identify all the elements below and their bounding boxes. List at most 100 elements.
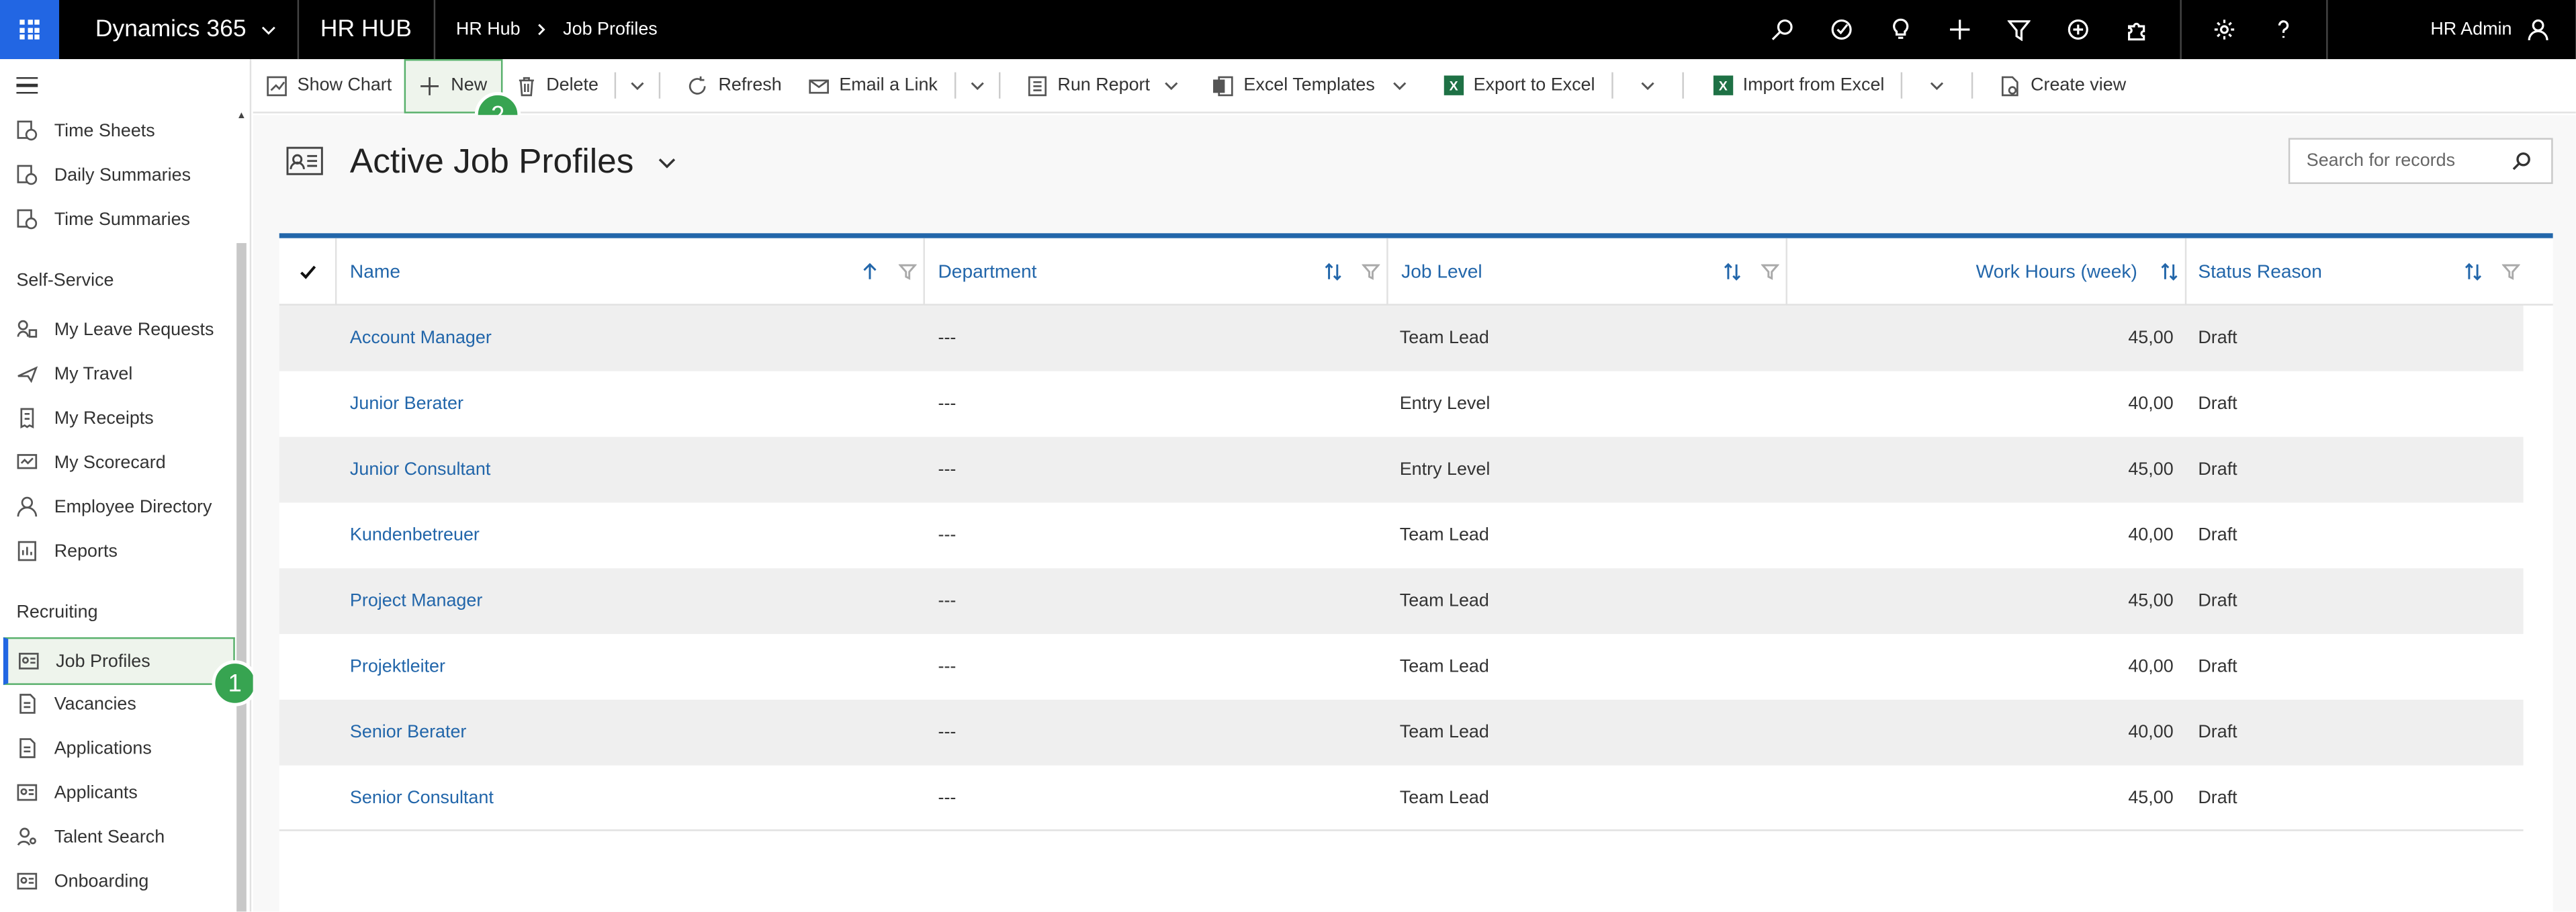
scroll-up-icon[interactable]: ▲ [236,111,247,122]
cell-name[interactable]: Senior Berater [350,700,909,766]
refresh-button[interactable]: Refresh [674,58,795,113]
column-label: Job Level [1401,262,1482,282]
sidebar-item-onboarding[interactable]: Onboarding [0,859,233,903]
app-launcher-button[interactable] [0,0,60,60]
table-row[interactable]: Project Manager --- Team Lead 45,00 Draft [279,568,2524,635]
table-row[interactable]: Senior Berater --- Team Lead 40,00 Draft [279,699,2524,766]
sidebar-item-my-travel[interactable]: My Travel [0,351,233,396]
email-dropdown[interactable] [959,58,995,113]
column-header-name[interactable]: Name [337,238,925,306]
sidebar-item-time-sheets[interactable]: Time Sheets [0,108,233,152]
extensions-button[interactable] [2108,0,2168,59]
sidebar-item-talent-search[interactable]: Talent Search [0,815,233,859]
select-all-checkbox[interactable] [279,238,337,306]
sort-icon[interactable] [1324,263,1342,281]
sidebar-item-daily-summaries[interactable]: Daily Summaries [0,152,233,197]
sort-icon[interactable] [2464,263,2483,281]
help-button[interactable] [2255,0,2314,59]
export-dropdown[interactable] [1630,58,1666,113]
excel-templates-button[interactable]: Excel Templates [1199,58,1388,113]
search-input[interactable] [2306,151,2512,171]
column-header-status-reason[interactable]: Status Reason [2186,238,2526,306]
table-row[interactable]: Junior Consultant --- Entry Level 45,00 Draf… [279,437,2524,503]
table-row[interactable]: Junior Berater --- Entry Level 40,00 Draft [279,371,2524,437]
breadcrumb-hr-hub[interactable]: HR Hub [456,19,521,39]
filter-icon[interactable] [1362,263,1380,281]
run-report-button[interactable]: Run Report [1013,58,1163,113]
sort-icon[interactable] [2160,263,2178,281]
column-header-job-level[interactable]: Job Level [1388,238,1787,306]
sidebar-item-applications[interactable]: Applications [0,726,233,770]
user-menu[interactable]: HR Admin [2329,0,2576,59]
breadcrumb: HR Hub Job Profiles [435,19,658,39]
filter-icon[interactable] [898,263,917,281]
cell-name[interactable]: Project Manager [350,568,909,634]
view-selector[interactable]: Active Job Profiles [350,143,676,183]
show-chart-button[interactable]: Show Chart [253,58,405,113]
import-dropdown[interactable] [1919,58,1955,113]
table-row[interactable]: Account Manager --- Team Lead 45,00 Draft [279,305,2524,371]
task-button[interactable] [1813,0,1872,59]
cell-job-level: Team Lead [1399,525,1489,545]
sidebar-item-time-summaries[interactable]: Time Summaries [0,197,233,241]
add-circle-icon [2068,19,2089,40]
sidebar-item-label: Time Sheets [54,120,155,141]
cell-job-level: Team Lead [1399,657,1489,677]
table-row[interactable]: Kundenbetreuer --- Team Lead 40,00 Draft [279,502,2524,568]
filter-button[interactable] [1990,0,2049,59]
import-excel-button[interactable]: X Import from Excel [1700,58,1898,113]
cell-work-hours: 40,00 [2128,723,2174,743]
sidebar-section-recruiting: Recruiting [16,602,98,623]
hamburger-menu-icon[interactable] [16,77,38,94]
document-icon [19,694,36,714]
sort-ascending-icon[interactable] [861,263,879,281]
email-link-button[interactable]: Email a Link [795,58,950,113]
filter-icon[interactable] [2501,263,2520,281]
cell-status-reason: Draft [2198,657,2237,677]
sidebar-item-applicants[interactable]: Applicants [0,770,233,815]
create-view-button[interactable]: Create view [1986,58,2139,113]
sidebar-item-my-scorecard[interactable]: My Scorecard [0,440,233,484]
excel-templates-dropdown[interactable] [1382,58,1418,113]
trash-icon [518,76,533,95]
sidebar-scrollbar[interactable] [236,242,247,912]
column-header-department[interactable]: Department [925,238,1388,306]
cell-name[interactable]: Account Manager [350,306,909,371]
filter-icon[interactable] [1761,263,1779,281]
cell-name[interactable]: Junior Berater [350,371,909,437]
breadcrumb-job-profiles[interactable]: Job Profiles [563,19,658,39]
settings-button[interactable] [2196,0,2255,59]
sidebar-item-employee-directory[interactable]: Employee Directory [0,484,233,529]
sidebar-item-my-leave-requests[interactable]: My Leave Requests [0,307,233,351]
chevron-down-icon [261,26,275,34]
sidebar-item-job-profiles[interactable]: Job Profiles [3,637,235,685]
sidebar-item-label: Applications [54,738,152,758]
table-row[interactable]: Senior Consultant --- Team Lead 45,00 Draft [279,766,2524,831]
add-button[interactable] [2049,0,2108,59]
sidebar-item-label: Job Profiles [56,651,150,672]
cell-name[interactable]: Kundenbetreuer [350,502,909,568]
more-commands-dropdown[interactable] [620,58,656,113]
cell-name[interactable]: Junior Consultant [350,437,909,503]
column-header-work-hours[interactable]: Work Hours (week) [1787,238,2187,306]
search-icon[interactable] [2512,151,2531,171]
cell-name[interactable]: Senior Consultant [350,766,909,831]
sidebar-item-my-receipts[interactable]: My Receipts [0,396,233,440]
app-switcher[interactable]: Dynamics 365 [59,0,298,59]
cell-name[interactable]: Projektleiter [350,634,909,700]
chevron-down-icon [1165,82,1178,91]
sidebar-item-label: My Receipts [54,408,154,428]
sidebar-item-reports[interactable]: Reports [0,529,233,574]
sort-icon[interactable] [1724,263,1742,281]
gear-icon [2215,19,2235,40]
sidebar-item-label: My Leave Requests [54,319,214,340]
table-row[interactable]: Projektleiter --- Team Lead 40,00 Draft [279,634,2524,700]
idea-button[interactable] [1872,0,1931,59]
new-record-button[interactable] [1931,0,1990,59]
run-report-dropdown[interactable] [1153,58,1190,113]
sidebar-item-vacancies[interactable]: Vacancies [0,682,233,726]
search-button[interactable] [1754,0,1813,59]
export-excel-button[interactable]: X Export to Excel [1431,58,1608,113]
grid-divider [279,829,2524,831]
hub-name[interactable]: HR HUB [299,0,433,59]
